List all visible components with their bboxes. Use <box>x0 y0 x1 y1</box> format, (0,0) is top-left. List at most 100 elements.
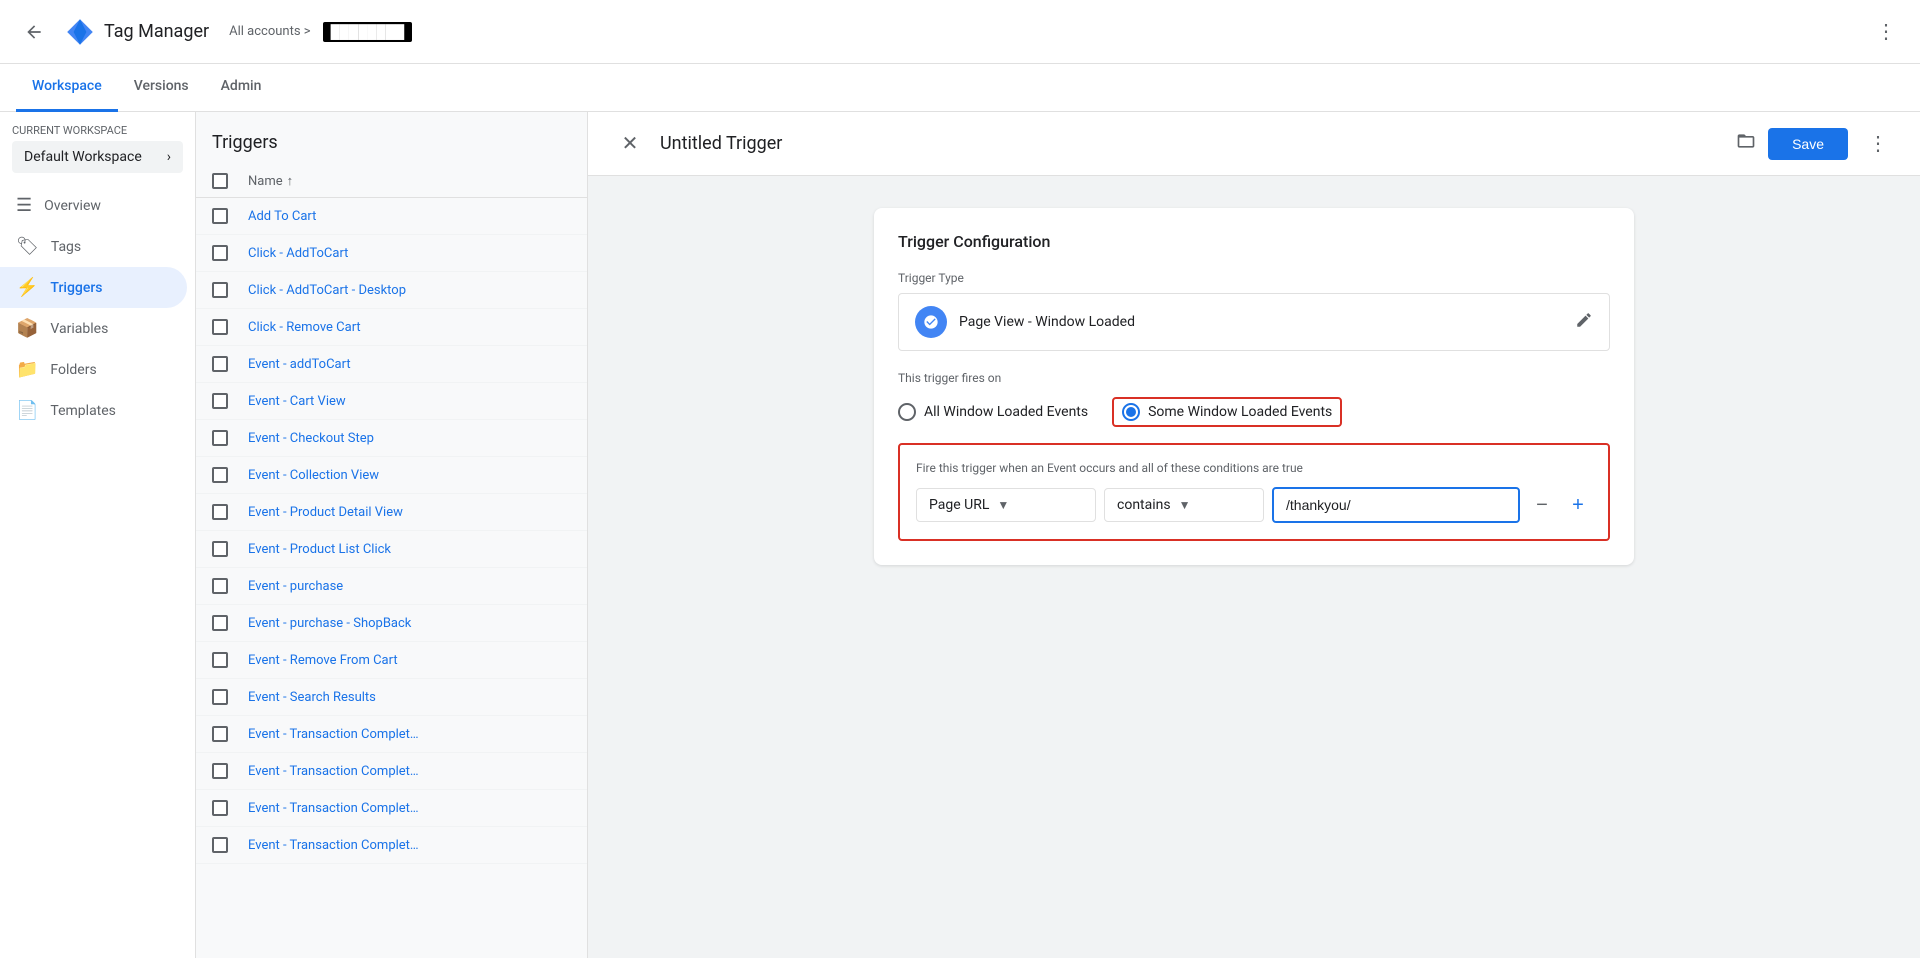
trigger-name[interactable]: Event - addToCart <box>248 357 571 372</box>
trigger-checkbox[interactable] <box>212 763 228 779</box>
sidebar-item-tags[interactable]: 🏷 Tags <box>0 226 187 267</box>
trigger-row[interactable]: Event - Transaction Complet… <box>196 753 587 790</box>
trigger-name[interactable]: Event - purchase <box>248 579 571 594</box>
radio-all-window-events[interactable]: All Window Loaded Events <box>898 403 1088 421</box>
trigger-row[interactable]: Event - Checkout Step <box>196 420 587 457</box>
trigger-checkbox[interactable] <box>212 652 228 668</box>
trigger-name[interactable]: Event - Collection View <box>248 468 571 483</box>
trigger-name[interactable]: Event - Transaction Complet… <box>248 727 571 742</box>
radio-some-circle[interactable] <box>1122 403 1140 421</box>
sidebar-item-variables[interactable]: 📦 Variables <box>0 308 187 349</box>
trigger-row[interactable]: Event - Cart View <box>196 383 587 420</box>
condition-operator-select[interactable]: contains ▼ <box>1104 488 1264 522</box>
conditions-box: Fire this trigger when an Event occurs a… <box>898 443 1610 541</box>
tab-workspace[interactable]: Workspace <box>16 64 118 112</box>
trigger-row[interactable]: Event - Product Detail View <box>196 494 587 531</box>
templates-icon: 📄 <box>16 400 38 421</box>
trigger-checkbox[interactable] <box>212 208 228 224</box>
trigger-checkbox[interactable] <box>212 282 228 298</box>
sidebar-item-label-overview: Overview <box>44 198 101 214</box>
save-button[interactable]: Save <box>1768 128 1848 160</box>
logo-icon <box>64 16 96 48</box>
content-area: Triggers Name ↑ Add To Cart Click - AddT… <box>196 112 1920 958</box>
trigger-checkbox[interactable] <box>212 393 228 409</box>
folders-icon: 📁 <box>16 359 38 380</box>
trigger-checkbox[interactable] <box>212 726 228 742</box>
remove-condition-button[interactable]: − <box>1528 491 1556 519</box>
app-name: Tag Manager <box>104 21 209 42</box>
operator-dropdown-icon: ▼ <box>1179 498 1191 512</box>
trigger-row[interactable]: Click - AddToCart - Desktop <box>196 272 587 309</box>
sidebar-item-triggers[interactable]: ⚡ Triggers <box>0 267 187 308</box>
trigger-row[interactable]: Event - purchase - ShopBack <box>196 605 587 642</box>
trigger-checkbox[interactable] <box>212 837 228 853</box>
trigger-row[interactable]: Event - Search Results <box>196 679 587 716</box>
app-logo: Tag Manager <box>64 16 209 48</box>
name-column-header[interactable]: Name ↑ <box>248 173 571 189</box>
trigger-row[interactable]: Event - Transaction Complet… <box>196 716 587 753</box>
trigger-row[interactable]: Event - purchase <box>196 568 587 605</box>
trigger-row[interactable]: Click - Remove Cart <box>196 309 587 346</box>
trigger-name[interactable]: Click - AddToCart - Desktop <box>248 283 571 298</box>
trigger-name[interactable]: Event - Product List Click <box>248 542 571 557</box>
trigger-checkbox[interactable] <box>212 356 228 372</box>
radio-all-circle[interactable] <box>898 403 916 421</box>
trigger-checkbox[interactable] <box>212 800 228 816</box>
trigger-name[interactable]: Event - Product Detail View <box>248 505 571 520</box>
trigger-name[interactable]: Add To Cart <box>248 209 571 224</box>
sidebar-item-templates[interactable]: 📄 Templates <box>0 390 187 431</box>
close-button[interactable]: ✕ <box>612 126 648 162</box>
trigger-name[interactable]: Event - purchase - ShopBack <box>248 616 571 631</box>
trigger-name[interactable]: Event - Transaction Complet… <box>248 838 571 853</box>
radio-some-window-events[interactable]: Some Window Loaded Events <box>1112 397 1342 427</box>
trigger-type-selector[interactable]: Page View - Window Loaded <box>898 293 1610 351</box>
trigger-checkbox[interactable] <box>212 615 228 631</box>
add-condition-button[interactable]: + <box>1564 491 1592 519</box>
trigger-name[interactable]: Event - Remove From Cart <box>248 653 571 668</box>
triggers-panel: Triggers Name ↑ Add To Cart Click - AddT… <box>196 112 588 958</box>
trigger-name[interactable]: Event - Cart View <box>248 394 571 409</box>
back-button[interactable] <box>16 14 52 50</box>
topbar-more-button[interactable]: ⋮ <box>1868 14 1904 50</box>
trigger-row[interactable]: Event - Collection View <box>196 457 587 494</box>
condition-operator-label: contains <box>1117 497 1171 513</box>
folder-icon[interactable] <box>1736 131 1756 156</box>
condition-value-input[interactable] <box>1272 487 1520 523</box>
trigger-checkbox[interactable] <box>212 504 228 520</box>
trigger-row[interactable]: Add To Cart <box>196 198 587 235</box>
trigger-checkbox[interactable] <box>212 467 228 483</box>
trigger-name[interactable]: Event - Search Results <box>248 690 571 705</box>
triggers-list: Add To Cart Click - AddToCart Click - Ad… <box>196 198 587 958</box>
triggers-panel-title: Triggers <box>196 112 587 165</box>
more-options-button[interactable]: ⋮ <box>1860 126 1896 162</box>
trigger-row[interactable]: Click - AddToCart <box>196 235 587 272</box>
condition-field-select[interactable]: Page URL ▼ <box>916 488 1096 522</box>
trigger-row[interactable]: Event - Remove From Cart <box>196 642 587 679</box>
fires-on-label: This trigger fires on <box>898 371 1610 385</box>
variables-icon: 📦 <box>16 318 38 339</box>
select-all-checkbox[interactable] <box>212 173 228 189</box>
edit-icon[interactable] <box>1575 311 1593 334</box>
trigger-row[interactable]: Event - addToCart <box>196 346 587 383</box>
tab-admin[interactable]: Admin <box>205 64 278 112</box>
trigger-row[interactable]: Event - Transaction Complet… <box>196 827 587 864</box>
trigger-checkbox[interactable] <box>212 319 228 335</box>
workspace-selector[interactable]: Default Workspace › <box>12 141 183 173</box>
trigger-checkbox[interactable] <box>212 541 228 557</box>
trigger-checkbox[interactable] <box>212 430 228 446</box>
sidebar-item-folders[interactable]: 📁 Folders <box>0 349 187 390</box>
trigger-checkbox[interactable] <box>212 689 228 705</box>
trigger-name[interactable]: Click - Remove Cart <box>248 320 571 335</box>
trigger-row[interactable]: Event - Product List Click <box>196 531 587 568</box>
tab-versions[interactable]: Versions <box>118 64 205 112</box>
sidebar-item-overview[interactable]: ☰ Overview <box>0 185 187 226</box>
trigger-name[interactable]: Event - Transaction Complet… <box>248 764 571 779</box>
trigger-checkbox[interactable] <box>212 578 228 594</box>
trigger-name[interactable]: Event - Transaction Complet… <box>248 801 571 816</box>
trigger-checkbox[interactable] <box>212 245 228 261</box>
trigger-name[interactable]: Event - Checkout Step <box>248 431 571 446</box>
trigger-row[interactable]: Event - Transaction Complet… <box>196 790 587 827</box>
condition-label: Fire this trigger when an Event occurs a… <box>916 461 1592 475</box>
field-dropdown-icon: ▼ <box>997 498 1009 512</box>
trigger-name[interactable]: Click - AddToCart <box>248 246 571 261</box>
